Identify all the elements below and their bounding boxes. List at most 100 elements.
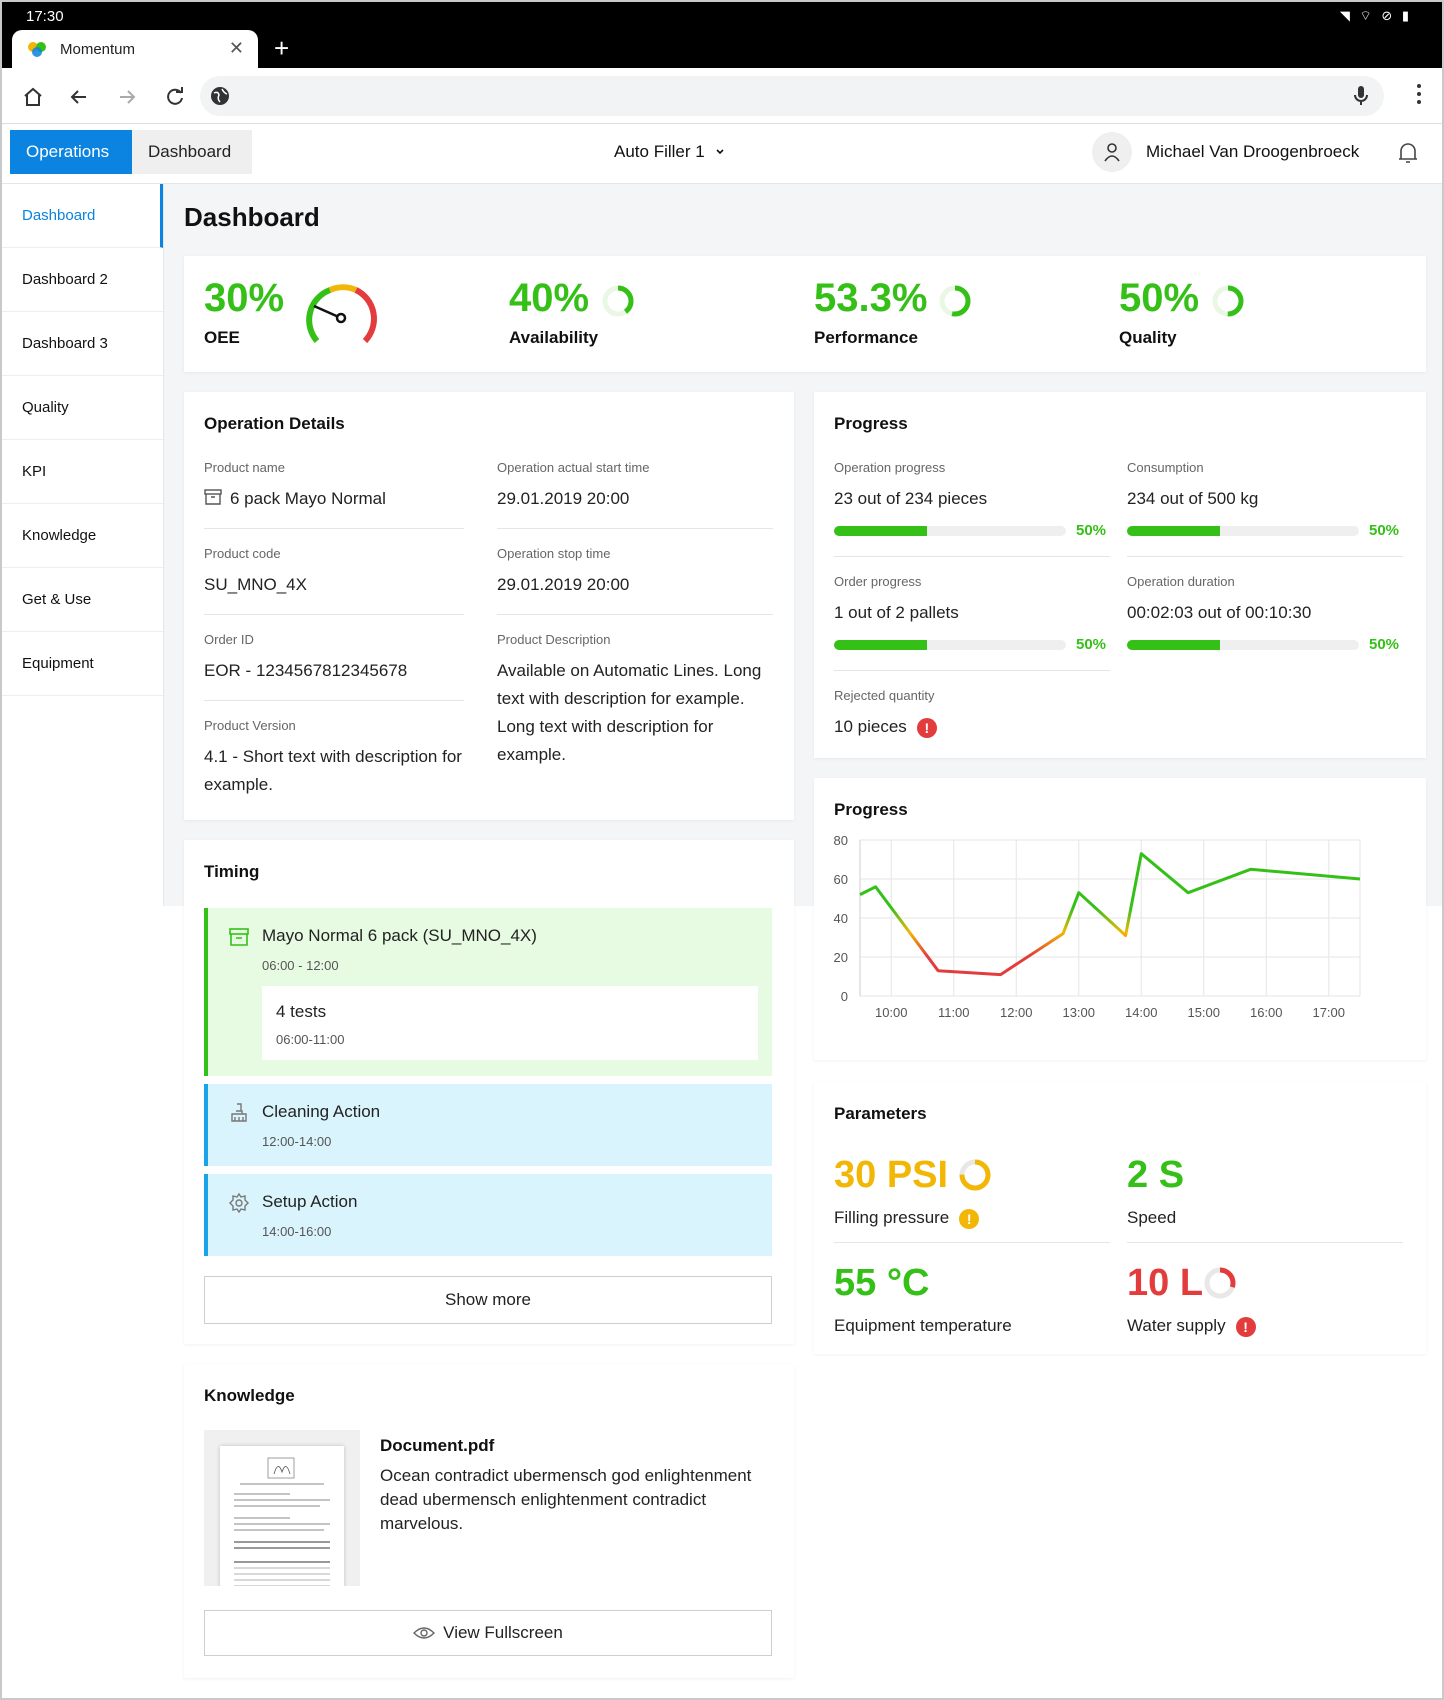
param-label: Water supply! [1127,1316,1403,1337]
field-value: 23 out of 234 pieces [834,489,988,508]
progress-chart-card: Progress 80 60 40 20 0 10:00 11:00 12:00 13:00 14… [814,778,1426,1060]
x-tick-label: 11:00 [938,1005,970,1020]
chevron-down-icon [716,149,725,155]
rejected-quantity-field: Rejected quantity 10 pieces! [834,688,1110,741]
status-icons: ◥ ⌔ ⊘ ▮ [1339,8,1412,23]
sidebar-item-dashboard[interactable]: Dashboard [2,184,163,248]
reload-icon[interactable] [162,84,188,110]
field-label: Order progress [834,574,922,589]
tab-title: Momentum [60,41,136,58]
new-tab-icon[interactable]: + [274,33,289,63]
timeline-title: Mayo Normal 6 pack (SU_MNO_4X) [262,926,537,945]
kpi-label: Availability [509,328,599,347]
sidebar-item-get-use[interactable]: Get & Use [2,568,163,632]
sidebar-item-dashboard-2[interactable]: Dashboard 2 [2,248,163,312]
x-tick-label: 17:00 [1312,1005,1345,1020]
timeline-item-setup[interactable]: Setup Action 14:00-16:00 [204,1174,772,1256]
address-bar[interactable] [200,76,1384,116]
field-value: 29.01.2019 20:00 [497,575,630,594]
kpi-value: 50% [1119,276,1200,320]
field-value: 00:02:03 out of 00:10:30 [1127,603,1312,622]
progress-percent: 50% [1369,636,1400,653]
browser-tab[interactable]: Momentum ✕ [12,30,258,68]
kpi-card: 30% OEE 40% Availability 53.3% Performan… [184,256,1426,372]
back-icon[interactable] [66,84,92,110]
kpi-value: 40% [509,276,590,320]
divider [497,528,773,529]
card-title: Progress [834,800,908,819]
sidebar-item-kpi[interactable]: KPI [2,440,163,504]
field-label: Rejected quantity [834,688,935,703]
timeline-subitem[interactable]: 4 tests 06:00-11:00 [262,986,758,1060]
x-tick-label: 14:00 [1125,1005,1158,1020]
sidebar-item-dashboard-3[interactable]: Dashboard 3 [2,312,163,376]
field-value: Available on Automatic Lines. Long text … [497,661,762,764]
progress-bar [834,640,1066,650]
param-filling-pressure: 30 PSI Filling pressure! [834,1154,1110,1229]
field-value: 234 out of 500 kg [1127,489,1259,508]
divider [204,614,464,615]
timeline-item-cleaning[interactable]: Cleaning Action 12:00-14:00 [204,1084,772,1166]
x-tick-label: 10:00 [875,1005,908,1020]
product-code-field: Product code SU_MNO_4X [204,546,464,599]
progress-item: Operation duration 00:02:03 out of 00:10… [1127,574,1403,627]
globe-icon [211,87,229,105]
user-icon [1104,143,1120,162]
microphone-icon[interactable] [1352,85,1370,107]
more-options-icon[interactable] [1416,82,1422,106]
divider [834,670,1110,671]
progress-series-line [859,852,1361,977]
archive-box-icon [229,928,249,946]
error-alert-icon: ! [1235,1316,1256,1337]
document-title[interactable]: Document.pdf [380,1436,494,1456]
avatar[interactable] [1092,132,1132,172]
y-tick-label: 20 [834,950,848,965]
sidebar-item-quality[interactable]: Quality [2,376,163,440]
param-label: Equipment temperature [834,1316,1012,1335]
divider [834,556,1110,557]
tab-operations[interactable]: Operations [10,130,132,174]
divider [834,1242,1110,1243]
user-name[interactable]: Michael Van Droogenbroeck [1146,142,1359,162]
x-tick-label: 16:00 [1250,1005,1283,1020]
field-label: Operation duration [1127,574,1235,589]
view-fullscreen-button[interactable]: View Fullscreen [204,1610,772,1656]
tab-dashboard[interactable]: Dashboard [132,130,252,174]
divider [204,528,464,529]
show-more-button[interactable]: Show more [204,1276,772,1324]
progress-card: Progress Operation progress 23 out of 23… [814,392,1426,758]
progress-bar [1127,640,1359,650]
kpi-performance: 53.3% Performance [814,276,1074,356]
progress-item: Order progress 1 out of 2 pallets [834,574,1110,627]
y-tick-label: 80 [834,833,848,848]
document-thumbnail[interactable] [204,1430,360,1586]
machine-selector[interactable]: Auto Filler 1 [614,142,725,162]
browser-tab-strip: Momentum ✕ + [2,30,1442,68]
availability-ring-icon [602,285,634,317]
error-alert-icon: ! [916,717,937,738]
browser-toolbar [2,68,1442,124]
view-fullscreen-label: View Fullscreen [443,1623,563,1642]
bell-icon[interactable] [1396,140,1420,166]
field-value: 6 pack Mayo Normal [204,485,464,513]
sidebar-item-knowledge[interactable]: Knowledge [2,504,163,568]
water-ring-icon [1204,1267,1236,1299]
field-label: Order ID [204,632,254,647]
param-value: 55 °C [834,1262,930,1304]
x-tick-label: 12:00 [1000,1005,1033,1020]
knowledge-card: Knowledge Document.pdf Ocean contradict … [184,1364,794,1678]
product-version-field: Product Version 4.1 - Short text with de… [204,718,474,799]
timeline-item-production[interactable]: Mayo Normal 6 pack (SU_MNO_4X) 06:00 - 1… [204,908,772,1076]
divider [1127,1242,1403,1243]
param-value: 2 S [1127,1154,1185,1196]
kpi-oee: 30% OEE [204,276,464,356]
tablet-screen: 17:30 ◥ ⌔ ⊘ ▮ Momentum ✕ + Operations Da… [0,0,1444,1700]
document-description: Ocean contradict ubermensch god enlighte… [380,1466,752,1533]
gear-icon [229,1192,249,1214]
forward-icon[interactable] [114,84,140,110]
quality-ring-icon [1212,285,1244,317]
page-title: Dashboard [184,202,320,232]
close-tab-icon[interactable]: ✕ [229,38,244,59]
sidebar-item-equipment[interactable]: Equipment [2,632,163,696]
home-icon[interactable] [20,84,46,110]
